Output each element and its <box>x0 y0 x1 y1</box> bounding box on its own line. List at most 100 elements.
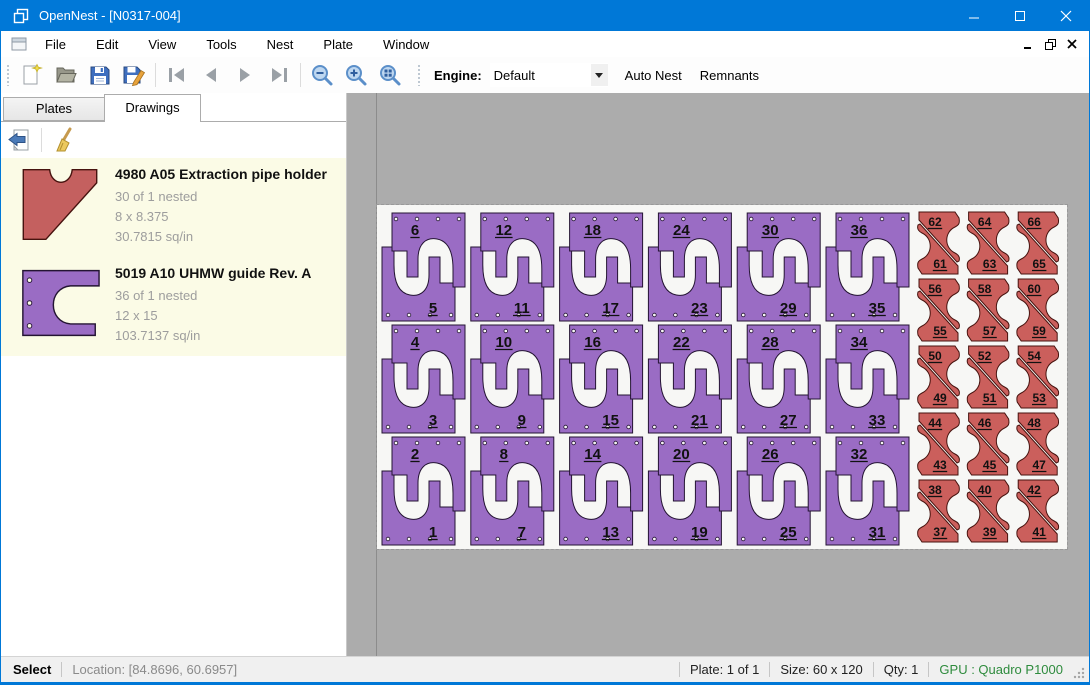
purple-part-pair[interactable]: 2625 <box>737 437 820 545</box>
menu-item-plate[interactable]: Plate <box>311 33 365 56</box>
save-as-button[interactable] <box>117 60 151 90</box>
purple-part-pair[interactable]: 3029 <box>737 213 820 321</box>
toolbar-separator <box>41 128 42 152</box>
nest-canvas[interactable]: 6512111817242330293635431091615222128273… <box>347 93 1089 657</box>
red-part-pair[interactable]: 4039 <box>967 480 1009 542</box>
status-location: Location: [84.8696, 60.6957] <box>72 662 237 677</box>
drawing-item[interactable]: 4980 A05 Extraction pipe holder30 of 1 n… <box>1 158 346 257</box>
part-number: 5 <box>429 300 437 317</box>
save-button[interactable] <box>83 60 117 90</box>
red-part-pair[interactable]: 5857 <box>967 279 1009 341</box>
maximize-button[interactable] <box>997 0 1043 31</box>
status-separator <box>769 662 770 677</box>
part-number: 32 <box>851 446 868 463</box>
purple-part-pair[interactable]: 2221 <box>648 325 731 433</box>
part-number: 48 <box>1028 416 1042 430</box>
part-number: 60 <box>1028 282 1042 296</box>
part-number: 14 <box>584 446 601 463</box>
part-number: 10 <box>495 334 512 351</box>
mdi-restore-button[interactable] <box>1039 34 1061 54</box>
go-last-button[interactable] <box>262 60 296 90</box>
import-drawing-button[interactable] <box>1 125 37 155</box>
engine-select[interactable]: Default <box>490 63 608 87</box>
menu-item-view[interactable]: View <box>136 33 188 56</box>
red-part-pair[interactable]: 5251 <box>967 346 1009 408</box>
toolbar-grip[interactable] <box>6 64 10 86</box>
zoom-fit-button[interactable] <box>373 60 407 90</box>
red-part-pair[interactable]: 4847 <box>1017 413 1059 475</box>
resize-grip-icon[interactable] <box>1071 665 1085 682</box>
red-part-pair[interactable]: 6059 <box>1017 279 1059 341</box>
part-number: 6 <box>411 222 419 239</box>
purple-part-pair[interactable]: 2019 <box>648 437 731 545</box>
tab-drawings[interactable]: Drawings <box>104 94 201 122</box>
purple-part-pair[interactable]: 3635 <box>826 213 909 321</box>
engine-label: Engine: <box>434 68 482 83</box>
menu-item-file[interactable]: File <box>33 33 78 56</box>
plate-sheet[interactable]: 6512111817242330293635431091615222128273… <box>377 205 1067 549</box>
chevron-down-icon[interactable] <box>591 64 608 86</box>
purple-part-pair[interactable]: 43 <box>382 325 465 433</box>
part-number: 53 <box>1033 391 1047 405</box>
remnants-button[interactable]: Remnants <box>691 62 768 89</box>
drawing-item[interactable]: 5019 A10 UHMW guide Rev. A 36 of 1 nested… <box>1 257 346 356</box>
minimize-button[interactable] <box>951 0 997 31</box>
menu-items: File Edit View Tools NestPlate Window <box>27 33 441 56</box>
document-icon[interactable] <box>11 36 27 52</box>
part-number: 51 <box>983 391 997 405</box>
go-next-button[interactable] <box>228 60 262 90</box>
tab-plates[interactable]: Plates <box>3 97 104 121</box>
red-part-pair[interactable]: 5655 <box>918 279 960 341</box>
part-number: 39 <box>983 525 997 539</box>
purple-part-pair[interactable]: 2423 <box>648 213 731 321</box>
auto-nest-button[interactable]: Auto Nest <box>616 62 691 89</box>
red-part-pair[interactable]: 4443 <box>918 413 960 475</box>
drawing-title: 5019 A10 UHMW guide Rev. A <box>115 265 311 281</box>
part-number: 37 <box>933 525 947 539</box>
menu-item-tools[interactable]: Tools <box>194 33 248 56</box>
red-part-pair[interactable]: 6261 <box>918 212 960 274</box>
red-part-pair[interactable]: 3837 <box>918 480 960 542</box>
menu-item-window[interactable]: Window <box>371 33 441 56</box>
open-button[interactable] <box>49 60 83 90</box>
menu-item-edit[interactable]: Edit <box>84 33 130 56</box>
mdi-minimize-button[interactable] <box>1017 34 1039 54</box>
mdi-close-button[interactable] <box>1061 34 1083 54</box>
go-first-button[interactable] <box>160 60 194 90</box>
drawing-nested-count: 30 of 1 nested <box>115 187 327 207</box>
status-qty: Qty: 1 <box>884 662 919 677</box>
part-number: 22 <box>673 334 690 351</box>
close-button[interactable] <box>1043 0 1089 31</box>
red-part-pair[interactable]: 5453 <box>1017 346 1059 408</box>
clear-drawings-button[interactable] <box>46 125 82 155</box>
drawings-toolbar <box>1 122 346 158</box>
purple-part-pair[interactable]: 65 <box>382 213 465 321</box>
red-part-pair[interactable]: 5049 <box>918 346 960 408</box>
purple-part-pair[interactable]: 3231 <box>826 437 909 545</box>
red-part-pair[interactable]: 4645 <box>967 413 1009 475</box>
part-number: 63 <box>983 257 997 271</box>
zoom-in-button[interactable] <box>339 60 373 90</box>
drawing-nested-count: 36 of 1 nested <box>115 286 311 306</box>
purple-part-pair[interactable]: 21 <box>382 437 465 545</box>
purple-part-pair[interactable]: 109 <box>471 325 554 433</box>
purple-part-pair[interactable]: 1211 <box>471 213 554 321</box>
purple-part-pair[interactable]: 1615 <box>560 325 643 433</box>
part-number: 43 <box>933 458 947 472</box>
zoom-out-button[interactable] <box>305 60 339 90</box>
new-button[interactable] <box>15 60 49 90</box>
toolbar-grip[interactable] <box>417 64 421 86</box>
purple-part-pair[interactable]: 1413 <box>560 437 643 545</box>
red-part-pair[interactable]: 6463 <box>967 212 1009 274</box>
purple-part-pair[interactable]: 87 <box>471 437 554 545</box>
menu-item-nest[interactable]: Nest <box>255 33 306 56</box>
part-number: 12 <box>495 222 512 239</box>
go-previous-button[interactable] <box>194 60 228 90</box>
red-part-pair[interactable]: 4241 <box>1017 480 1059 542</box>
purple-part-pair[interactable]: 2827 <box>737 325 820 433</box>
part-number: 20 <box>673 446 690 463</box>
part-number: 56 <box>928 282 942 296</box>
purple-part-pair[interactable]: 3433 <box>826 325 909 433</box>
purple-part-pair[interactable]: 1817 <box>560 213 643 321</box>
red-part-pair[interactable]: 6665 <box>1017 212 1059 274</box>
